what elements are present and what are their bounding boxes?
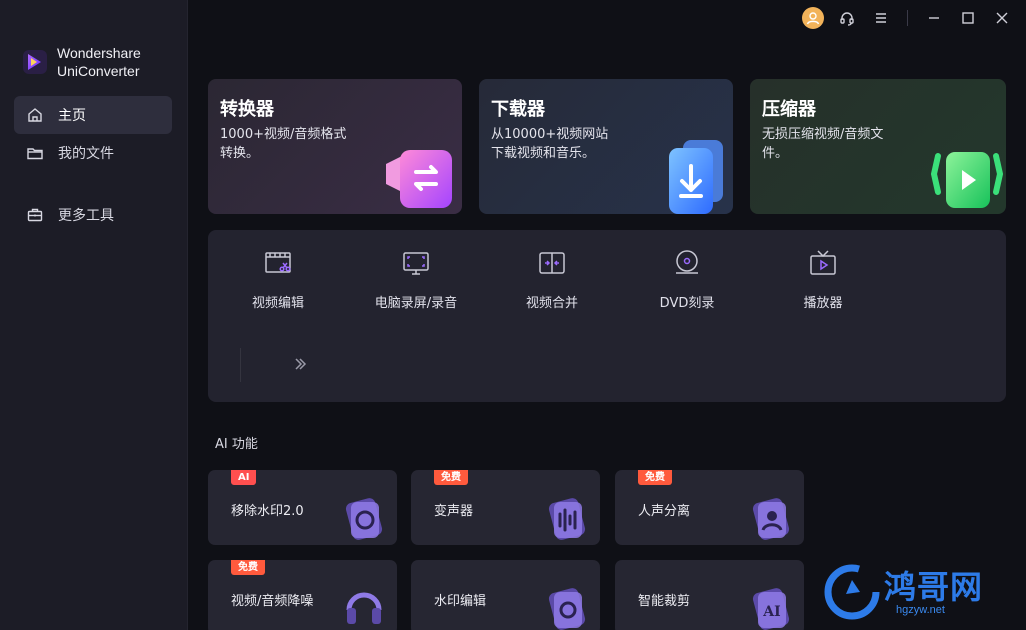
home-icon: [28, 108, 42, 122]
tool-screen-record[interactable]: 电脑录屏/录音: [356, 248, 476, 311]
ai-card-label: 变声器: [434, 504, 474, 519]
menu-button[interactable]: [869, 6, 893, 30]
ai-card-label: 水印编辑: [434, 594, 487, 609]
smart-crop-ai-icon: AI: [752, 588, 790, 630]
ai-card-vocal-remover[interactable]: 免费 人声分离: [615, 470, 804, 545]
ai-card-watermark-editor[interactable]: 水印编辑: [411, 560, 600, 630]
tool-label-dvd-burn: DVD刻录: [659, 296, 715, 311]
converter-title: 转换器: [220, 99, 274, 120]
avatar-icon: [802, 7, 824, 29]
ai-card-label: 视频/音频降噪: [231, 594, 314, 609]
ai-badge: 免费: [231, 560, 265, 575]
app-window: Wondershare UniConverter 主页 我的文件 更多工具 转换…: [0, 0, 1026, 630]
compressor-title: 压缩器: [762, 99, 816, 120]
folder-icon: [27, 148, 43, 160]
brand-line1: Wondershare: [57, 45, 141, 61]
brand-name: Wondershare UniConverter: [57, 44, 141, 80]
downloader-icon: [669, 140, 723, 214]
brand-line2: UniConverter: [57, 63, 140, 79]
video-edit-icon: [265, 252, 291, 273]
uniconverter-logo-icon: [23, 50, 47, 74]
ai-badge: 免费: [638, 470, 672, 485]
converter-card[interactable]: 转换器 1000+视频/音频格式转换。: [208, 79, 462, 214]
watermark-logo-icon: [824, 564, 880, 620]
ai-card-noise-reduction[interactable]: 免费 视频/音频降噪: [208, 560, 397, 630]
noise-reduction-icon: [346, 592, 382, 624]
nav-label-more-tools: 更多工具: [58, 208, 114, 224]
double-chevron-right-icon[interactable]: [288, 352, 312, 376]
nav-label-my-files: 我的文件: [58, 146, 114, 162]
brand: Wondershare UniConverter: [22, 44, 141, 80]
compressor-card[interactable]: 压缩器 无损压缩视频/音频文件。: [750, 79, 1006, 214]
close-button[interactable]: [990, 6, 1014, 30]
site-watermark: 鸿哥网 hgzyw.net: [822, 560, 1022, 626]
support-button[interactable]: [835, 6, 859, 30]
nav-item-home[interactable]: 主页: [14, 96, 172, 134]
ai-badge: 免费: [434, 470, 468, 485]
hamburger-menu-icon: [876, 13, 886, 23]
tool-label-player: 播放器: [803, 296, 843, 311]
title-bar: [801, 6, 1014, 30]
headset-icon: [840, 12, 854, 26]
ai-badge: AI: [231, 470, 257, 485]
tools-panel: 视频编辑 电脑录屏/录音 视频合并 DVD刻录 播放器: [208, 230, 1006, 402]
downloader-desc: 从10000+视频网站下载视频和音乐。: [491, 127, 609, 161]
close-icon: [996, 12, 1008, 24]
watermark-text: 鸿哥网: [884, 568, 984, 606]
tool-dvd-burn[interactable]: DVD刻录: [627, 248, 747, 311]
sidebar: Wondershare UniConverter 主页 我的文件 更多工具: [0, 0, 188, 630]
tool-label-screen-record: 电脑录屏/录音: [374, 296, 458, 311]
downloader-title: 下载器: [491, 99, 545, 120]
maximize-button[interactable]: [956, 6, 980, 30]
dvd-burn-icon: [676, 250, 698, 274]
video-merge-icon: [539, 252, 565, 274]
compressor-desc: 无损压缩视频/音频文件。: [762, 127, 884, 161]
maximize-icon: [962, 12, 974, 24]
watermark-remover-icon: [345, 498, 383, 540]
ai-card-smart-crop[interactable]: 智能裁剪 AI: [615, 560, 804, 630]
ai-card-label: 人声分离: [638, 504, 691, 519]
compressor-icon: [930, 152, 1004, 208]
vocal-remover-icon: [752, 498, 790, 540]
nav-label-home: 主页: [58, 108, 86, 124]
minimize-button[interactable]: [922, 6, 946, 30]
tool-label-video-merge: 视频合并: [525, 296, 578, 311]
toolbox-icon: [27, 208, 43, 222]
ai-card-label: 智能裁剪: [638, 594, 691, 609]
voice-changer-icon: [548, 498, 586, 540]
ai-card-voice-changer[interactable]: 免费 变声器: [411, 470, 600, 545]
player-icon: [810, 250, 836, 275]
watermark-url: hgzyw.net: [896, 604, 945, 616]
svg-text:AI: AI: [762, 604, 780, 620]
titlebar-separator: [907, 10, 908, 26]
tool-label-video-edit: 视频编辑: [251, 296, 304, 311]
tool-video-merge[interactable]: 视频合并: [492, 248, 612, 311]
converter-desc: 1000+视频/音频格式转换。: [220, 127, 347, 161]
tool-video-edit[interactable]: 视频编辑: [218, 248, 338, 311]
ai-card-label: 移除水印2.0: [231, 504, 304, 519]
tools-divider: [240, 348, 241, 382]
minimize-icon: [929, 17, 939, 19]
converter-icon: [386, 150, 452, 208]
ai-section-title: AI 功能: [215, 437, 258, 452]
nav-item-more-tools[interactable]: 更多工具: [14, 196, 172, 234]
tool-player[interactable]: 播放器: [763, 248, 883, 311]
watermark-editor-icon: [548, 588, 586, 630]
nav-item-my-files[interactable]: 我的文件: [14, 134, 172, 172]
account-button[interactable]: [801, 6, 825, 30]
screen-record-icon: [403, 252, 429, 275]
ai-card-watermark-remover[interactable]: AI 移除水印2.0: [208, 470, 397, 545]
downloader-card[interactable]: 下载器 从10000+视频网站下载视频和音乐。: [479, 79, 733, 214]
